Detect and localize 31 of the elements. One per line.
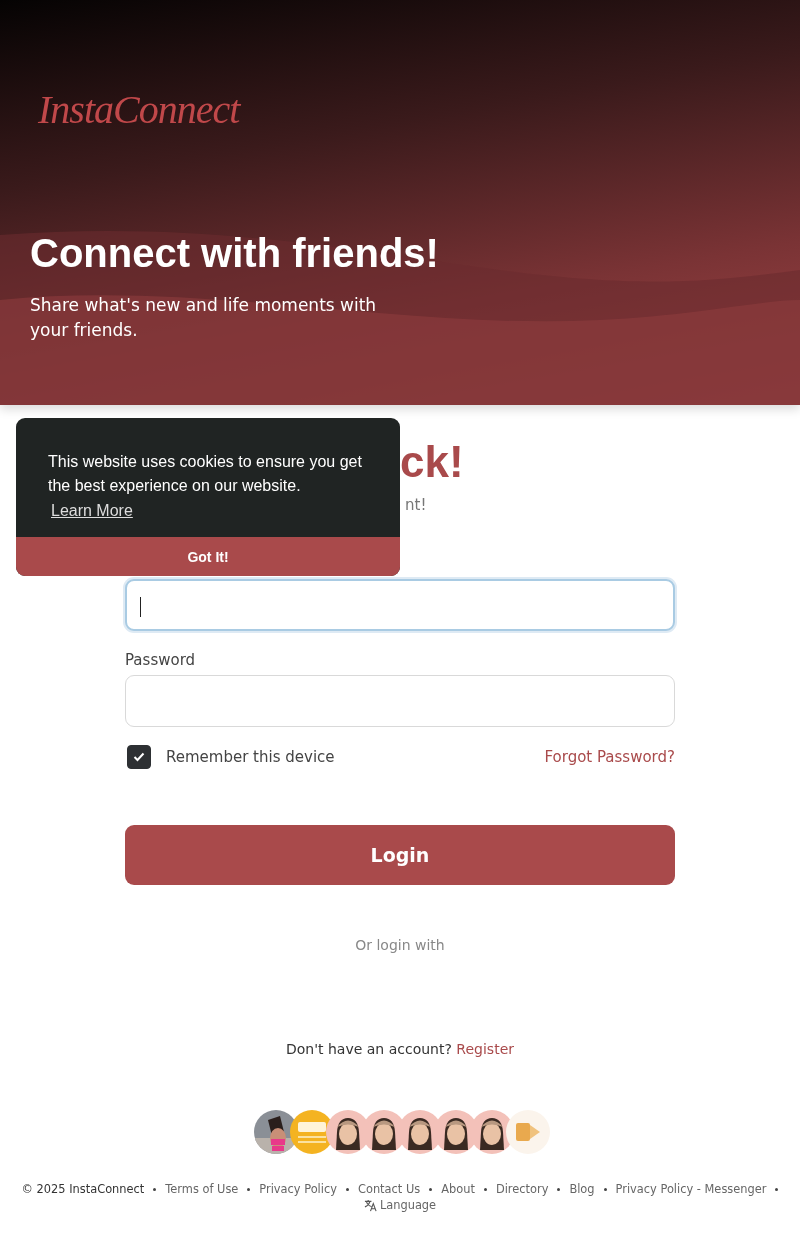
email-field[interactable] (125, 579, 675, 631)
hero-title: Connect with friends! (30, 231, 440, 275)
hero-subtitle: Share what's new and life moments with your friends. (30, 294, 378, 342)
alt-login-text: Or login with (354, 937, 446, 953)
got-it-button[interactable]: Got It! (16, 537, 400, 576)
footer-link[interactable]: Contact Us (357, 1182, 421, 1196)
footer-link[interactable]: Directory (495, 1182, 549, 1196)
register-prompt: Don't have an account? (286, 1041, 452, 1057)
footer-link[interactable]: About (441, 1182, 475, 1196)
footer-link[interactable]: Privacy Policy - Messenger (615, 1182, 767, 1196)
footer-link[interactable]: Privacy Policy (259, 1182, 337, 1196)
password-label: Password (125, 651, 197, 669)
cookie-message: This website uses cookies to ensure you get the best experience on our website. (48, 452, 363, 496)
learn-more-link[interactable]: Learn More (51, 502, 133, 520)
forgot-password-link[interactable]: Forgot Password? (544, 748, 675, 766)
translate-icon (363, 1198, 377, 1212)
check-icon (133, 752, 145, 762)
welcome-heading: ck! (400, 437, 464, 486)
app-icon (506, 1110, 550, 1154)
logo[interactable]: InstaConnect (38, 86, 240, 133)
copyright-text: © 2025 InstaConnect (21, 1182, 145, 1196)
text-caret (140, 597, 141, 617)
footer-link[interactable]: Terms of Use (165, 1182, 239, 1196)
language-link[interactable]: Language (363, 1198, 437, 1212)
password-field[interactable] (125, 675, 675, 727)
register-link[interactable]: Register (456, 1041, 514, 1057)
remember-label: Remember this device (166, 748, 335, 766)
welcome-subtitle: nt! (405, 496, 427, 514)
footer-link[interactable]: Blog (569, 1182, 595, 1196)
remember-checkbox[interactable] (127, 745, 151, 769)
login-button[interactable]: Login (125, 825, 675, 885)
